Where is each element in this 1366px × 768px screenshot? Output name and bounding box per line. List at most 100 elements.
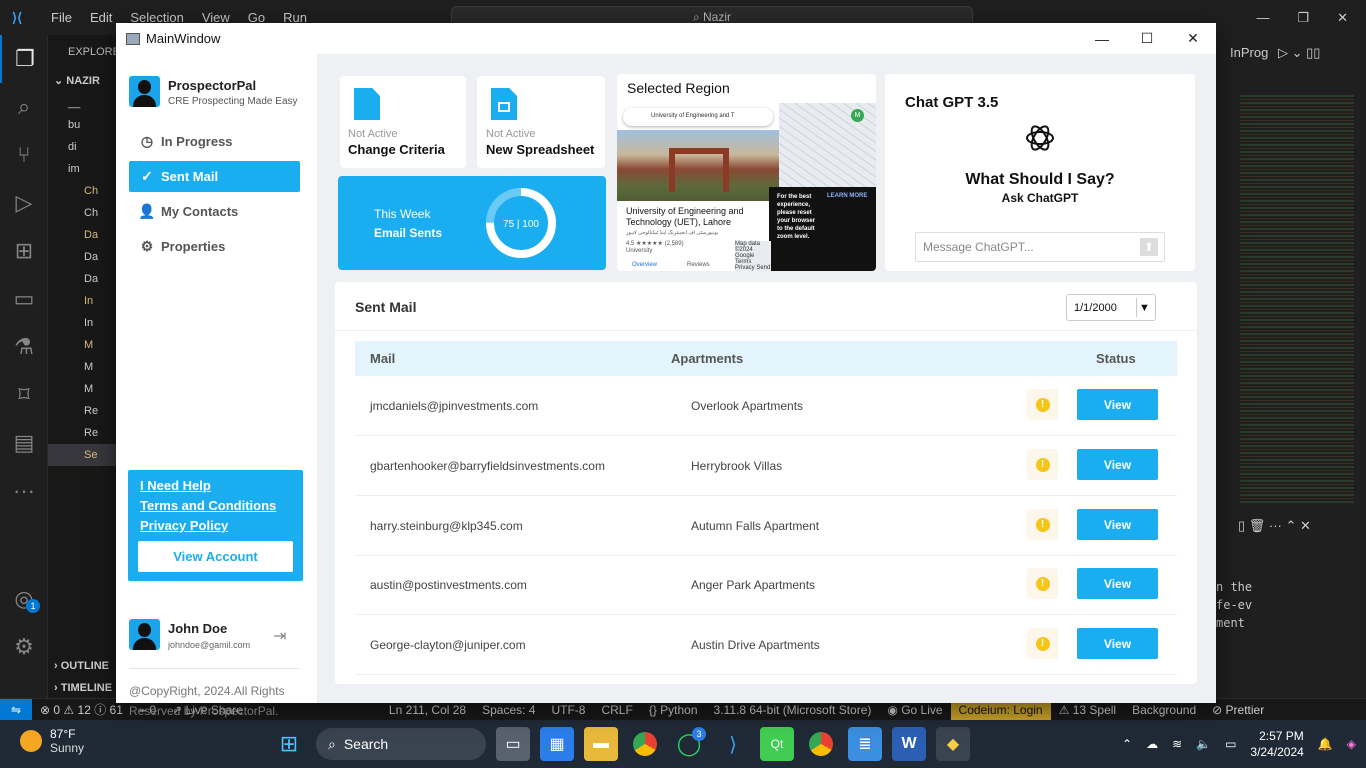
notification-bell-icon[interactable]: 🔔 [1318,737,1333,751]
close-icon[interactable]: ✕ [1170,23,1216,54]
chevron-down-icon[interactable]: ▼ [1136,298,1152,317]
terms-link[interactable]: Terms and Conditions [140,496,291,516]
tree-item[interactable]: Da [48,246,118,268]
chrome-profile-icon[interactable] [804,727,838,761]
map-urdu-name: یونیورسٹی آف انجینئرنگ اینڈ ٹیکنالوجی لا… [626,230,719,236]
language-status[interactable]: {} Python [641,703,706,717]
file-explorer-icon[interactable]: ▬ [584,727,618,761]
tree-item[interactable]: Da [48,224,118,246]
taskbar-clock[interactable]: 2:57 PM 3/24/2024 [1250,728,1303,760]
restore-icon[interactable]: ❐ [1297,10,1309,26]
tree-item[interactable]: Re [48,422,118,444]
word-icon[interactable]: W [892,727,926,761]
run-debug-icon[interactable]: ▷ [0,179,48,227]
settings-gear-icon[interactable]: ⚙ [0,623,48,671]
new-spreadsheet-card[interactable]: Not Active New Spreadsheet [477,76,605,168]
qt-icon[interactable]: Qt [760,727,794,761]
bookmark-icon[interactable]: ⌑ [0,371,48,419]
prettier-status[interactable]: ⊘ Prettier [1204,703,1272,717]
privacy-link[interactable]: Privacy Policy [140,516,291,536]
remote-explorer-icon[interactable]: ▭ [0,275,48,323]
send-arrow-icon[interactable]: ⬆ [1140,238,1158,256]
logout-icon[interactable]: ⇥ [273,626,291,645]
spell-label: 13 Spell [1072,702,1117,717]
encoding-status[interactable]: UTF-8 [543,703,593,717]
explorer-icon[interactable]: ❐ [0,35,48,83]
timeline-section[interactable]: › TIMELINE [48,677,118,699]
notepad-icon[interactable]: ≣ [848,727,882,761]
copilot-icon[interactable]: ◈ [1347,737,1356,751]
tree-item[interactable]: Ch [48,202,118,224]
tree-item[interactable]: M [48,334,118,356]
view-account-button[interactable]: View Account [138,541,293,572]
view-button[interactable]: View [1077,628,1158,659]
vscode-icon[interactable]: ⟩ [716,727,750,761]
chrome-icon[interactable] [628,727,662,761]
cloud-icon[interactable]: ☁ [1146,737,1158,751]
change-criteria-card[interactable]: Not Active Change Criteria [340,76,466,168]
minimize-icon[interactable]: — [1079,23,1125,54]
weather-widget[interactable]: 87°F Sunny [20,727,84,755]
maximize-icon[interactable]: ☐ [1124,23,1170,54]
battery-icon[interactable]: ▭ [1225,737,1236,751]
chevron-up-icon[interactable]: ⌃ [1122,737,1132,751]
outline-section[interactable]: › OUTLINE [48,655,118,677]
spell-status[interactable]: ⚠ 13 Spell [1051,703,1124,717]
indent-status[interactable]: Spaces: 4 [474,703,543,717]
problems-status[interactable]: ⊗ 0 ⚠ 12 ⓘ 61 [32,701,131,718]
view-button[interactable]: View [1077,568,1158,599]
menu-file[interactable]: File [42,10,81,25]
eol-status[interactable]: CRLF [593,703,640,717]
folder-nazir[interactable]: ⌄ NAZIR [48,70,118,92]
nav-my-contacts[interactable]: 👤 My Contacts [129,196,300,227]
accounts-icon[interactable]: ◎ 1 [0,575,48,623]
tree-item[interactable]: Ch [48,180,118,202]
tree-item[interactable]: M [48,356,118,378]
help-link[interactable]: I Need Help [140,476,291,496]
view-button[interactable]: View [1077,449,1158,480]
tree-item[interactable]: Da [48,268,118,290]
run-icon[interactable]: ▷ ⌄ ▯▯ [1278,45,1320,61]
go-live-status[interactable]: ◉ Go Live [879,703,950,717]
tree-item-selected[interactable]: Se [48,444,118,466]
date-picker[interactable]: 1/1/2000 ▼ [1066,294,1156,321]
view-button[interactable]: View [1077,389,1158,420]
tree-item[interactable]: In [48,290,118,312]
start-windows-icon[interactable]: ⊞ [272,727,306,761]
tree-item[interactable]: In [48,312,118,334]
tree-item[interactable]: M [48,378,118,400]
tree-item[interactable]: im [48,158,118,180]
map-screenshot[interactable]: University of Engineering and T Universi… [617,103,876,271]
taskbar-search[interactable]: ⌕ Search [316,728,486,760]
task-view-icon[interactable]: ▭ [496,727,530,761]
view-button[interactable]: View [1077,509,1158,540]
folder-icon[interactable]: ▤ [0,419,48,467]
nav-sent-mail[interactable]: ✓ Sent Mail [129,161,300,192]
tree-item[interactable]: Re [48,400,118,422]
tree-item[interactable]: bu [48,114,118,136]
background-status[interactable]: Background [1124,703,1204,717]
minimize-icon[interactable]: — [1256,10,1269,25]
whatsapp-icon[interactable]: ◯ 3 [672,727,706,761]
source-control-icon[interactable]: ⑂ [0,131,48,179]
editor-tab[interactable]: InProg [1230,45,1268,60]
tree-item[interactable]: di [48,136,118,158]
store-icon[interactable]: ▦ [540,727,574,761]
search-icon[interactable]: ⌕ [0,83,48,131]
interpreter-status[interactable]: 3.11.8 64-bit (Microsoft Store) [706,703,880,717]
extensions-icon[interactable]: ⊞ [0,227,48,275]
volume-icon[interactable]: 🔈 [1196,737,1211,751]
tree-item[interactable]: __ [48,92,118,114]
wifi-icon[interactable]: ≋ [1172,737,1182,751]
minimap[interactable] [1240,95,1354,505]
nav-properties[interactable]: ⚙ Properties [129,231,300,262]
close-icon[interactable]: ✕ [1337,10,1348,26]
remote-icon[interactable]: ⇋ [0,698,32,721]
more-icon[interactable]: ··· [0,467,48,515]
cursor-position[interactable]: Ln 211, Col 28 [381,703,474,717]
chat-message-input[interactable]: Message ChatGPT... ⬆ [915,232,1165,262]
python-icon[interactable]: ◆ [936,727,970,761]
testing-icon[interactable]: ⚗ [0,323,48,371]
nav-in-progress[interactable]: ◷ In Progress [129,126,300,157]
panel-actions-icon[interactable]: ▯ 🗑 ··· ⌃ ✕ [1238,518,1311,534]
